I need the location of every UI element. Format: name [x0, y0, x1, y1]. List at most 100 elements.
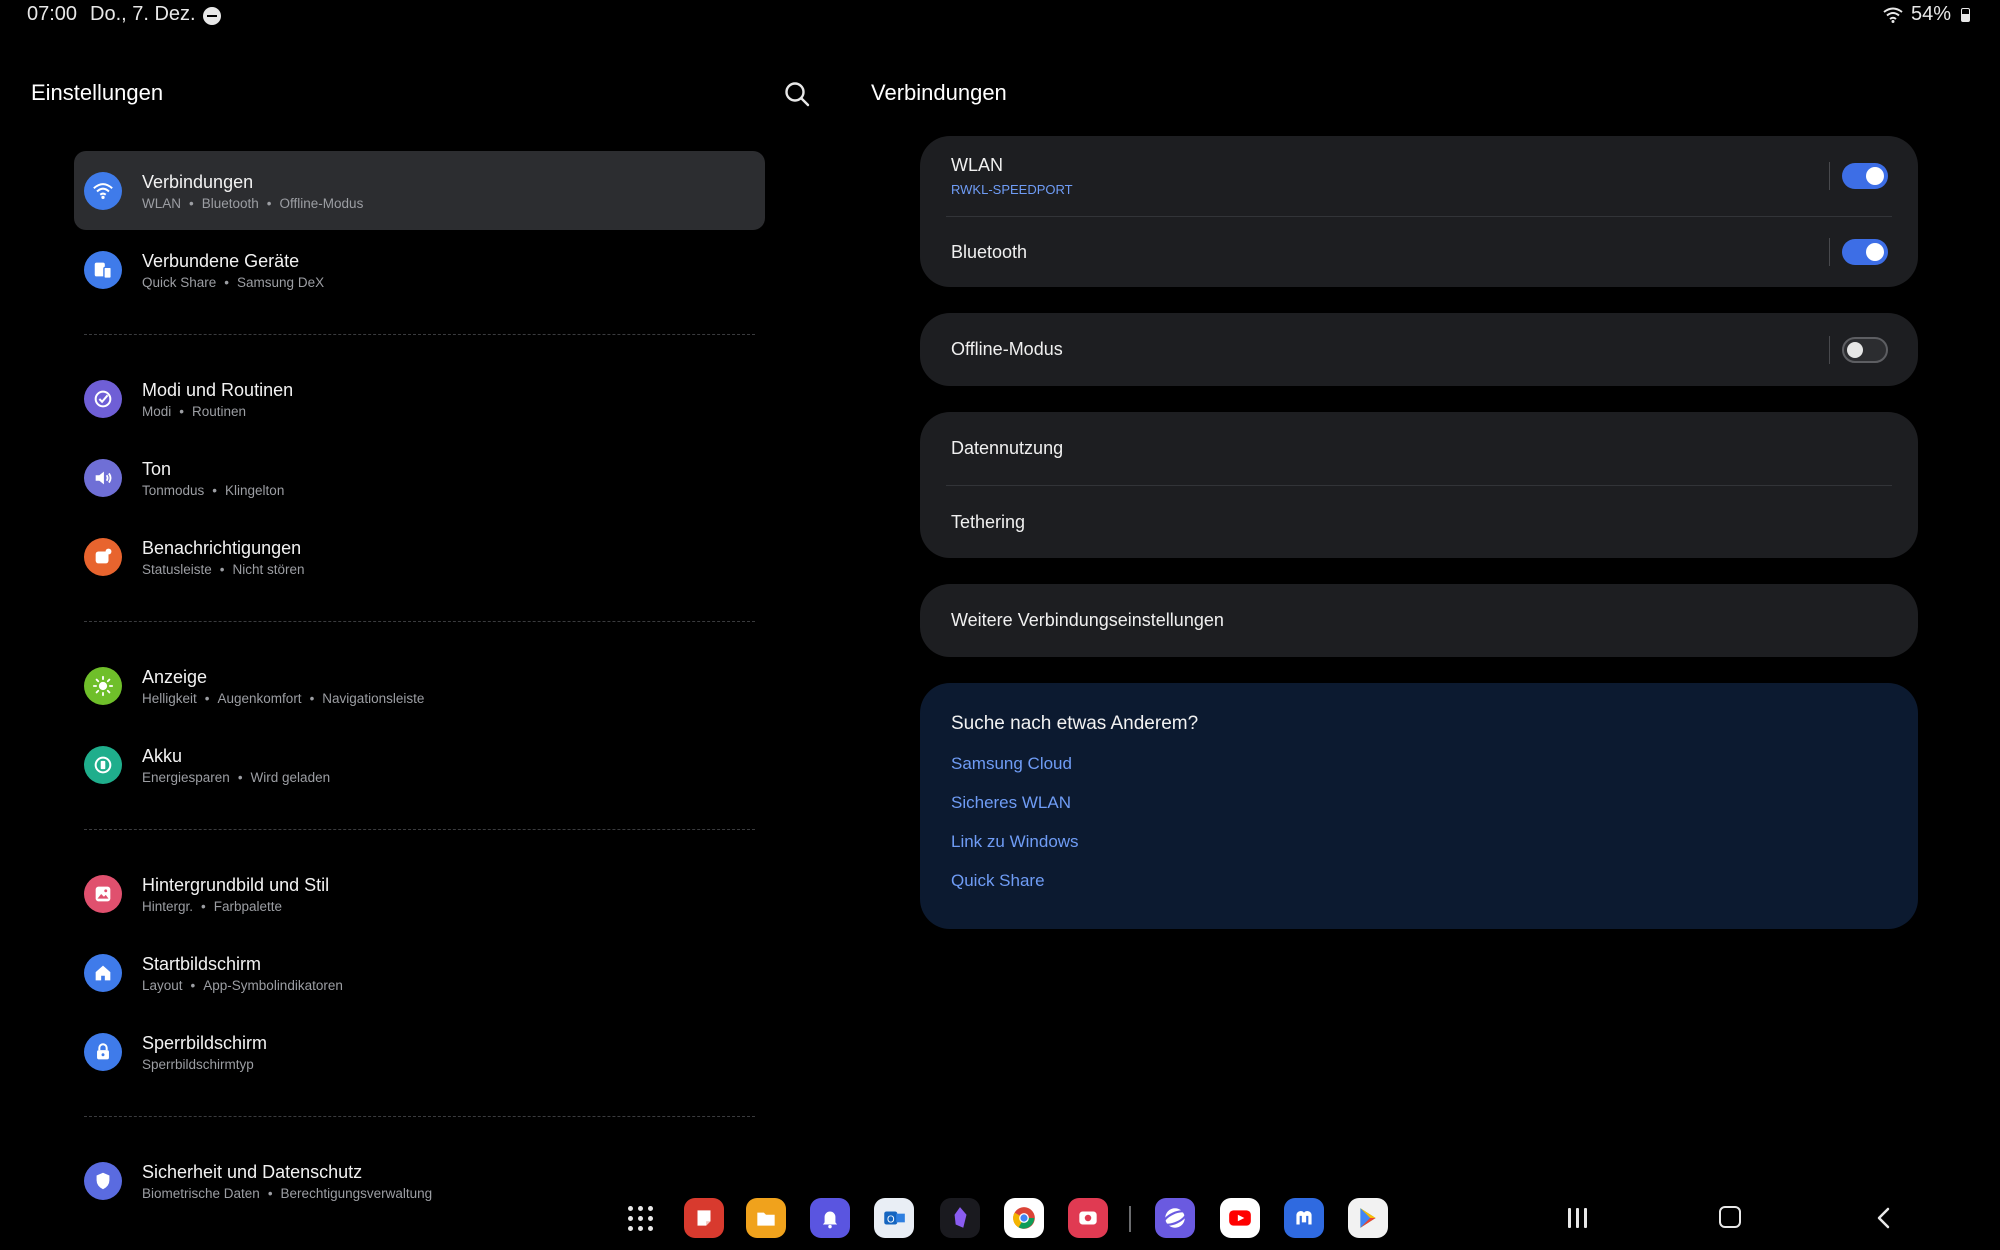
menu-item-text: Modi und Routinen Modi • Routinen	[142, 379, 293, 419]
bullet-separator: •	[189, 195, 194, 211]
screen-recorder-icon[interactable]	[1068, 1198, 1108, 1238]
menu-group-divider	[74, 596, 765, 646]
offline-mode-toggle[interactable]	[1842, 336, 1888, 363]
chrome-icon[interactable]	[1004, 1198, 1044, 1238]
bullet-separator: •	[179, 403, 184, 419]
sun-icon	[84, 666, 122, 705]
notification-icon	[84, 537, 122, 576]
offline-mode-row[interactable]: Offline-Modus	[920, 313, 1918, 386]
bluetooth-label: Bluetooth	[951, 241, 1028, 262]
wifi-icon	[84, 171, 122, 210]
menu-item-anzeige[interactable]: Anzeige Helligkeit • Augenkomfort • Navigatio…	[74, 646, 765, 725]
menu-item-ton[interactable]: Ton Tonmodus • Klingelton	[74, 438, 765, 517]
tethering-row[interactable]: Tethering	[920, 486, 1918, 559]
suggest-link-secure-wlan[interactable]: Sicheres WLAN	[951, 793, 1887, 813]
menu-item-text: Hintergrundbild und Stil Hintergr. • Farbpa…	[142, 874, 329, 914]
menu-item-title: Verbundene Geräte	[142, 250, 300, 271]
menu-item-verbindungen[interactable]: Verbindungen WLAN • Bluetooth • Offline-Modus	[74, 151, 765, 230]
menu-item-subtitle: Tonmodus • Klingelton	[142, 483, 284, 498]
home-button[interactable]	[1719, 1206, 1741, 1228]
status-time: 07:00	[27, 3, 78, 25]
menu-item-text: Benachrichtigungen Statusleiste • Nicht stö…	[142, 537, 305, 577]
divider-line	[84, 620, 755, 622]
wlan-row[interactable]: WLAN RWKL-SPEEDPORT	[920, 136, 1918, 216]
menu-item-subtitle: Modi • Routinen	[142, 404, 293, 419]
wlan-toggle[interactable]	[1842, 163, 1888, 189]
menu-item-text: Sicherheit und Datenschutz Biometrische D…	[142, 1161, 432, 1201]
menu-item-subtitle: Quick Share • Samsung DeX	[142, 275, 324, 290]
bullet-separator: •	[309, 690, 315, 706]
menu-item-subtitle: Helligkeit • Augenkomfort • Navigationsleist…	[142, 691, 424, 706]
wallpaper-icon	[84, 874, 122, 913]
menu-item-subtitle: WLAN • Bluetooth • Offline-Modus	[142, 196, 363, 211]
menu-item-subtitle-part: Hintergr.	[142, 898, 194, 914]
wlan-bluetooth-card: WLAN RWKL-SPEEDPORT Bluetooth	[920, 136, 1918, 287]
wlan-separator	[1829, 162, 1830, 190]
suggest-link-link-to-windows[interactable]: Link zu Windows	[951, 832, 1887, 852]
menu-item-subtitle-part: Farbpalette	[213, 898, 283, 914]
menu-item-sperrbildschirm[interactable]: Sperrbildschirm Sperrbildschirmtyp	[74, 1012, 765, 1091]
menu-item-modi-und-routinen[interactable]: Modi und Routinen Modi • Routinen	[74, 359, 765, 438]
bullet-separator: •	[266, 195, 272, 211]
menu-item-title: Ton	[142, 458, 172, 479]
youtube-icon[interactable]	[1220, 1198, 1260, 1238]
menu-item-startbildschirm[interactable]: Startbildschirm Layout • App-Symbolindikato…	[74, 933, 765, 1012]
back-button[interactable]	[1872, 1206, 1896, 1230]
menu-item-subtitle-part: Tonmodus	[142, 482, 205, 498]
menu-item-benachrichtigungen[interactable]: Benachrichtigungen Statusleiste • Nicht stö…	[74, 517, 765, 596]
settings-title: Einstellungen	[31, 80, 164, 105]
bullet-separator: •	[190, 977, 196, 993]
my-files-icon[interactable]	[746, 1198, 786, 1238]
speaker-icon	[84, 458, 122, 497]
do-not-disturb-icon	[203, 7, 221, 25]
svg-text:O: O	[887, 1214, 895, 1225]
more-connection-settings-row[interactable]: Weitere Verbindungseinstellungen	[920, 584, 1918, 657]
menu-item-akku[interactable]: Akku Energiesparen • Wird geladen	[74, 725, 765, 804]
menu-item-verbundene-geräte[interactable]: Verbundene Geräte Quick Share • Samsung DeX	[74, 230, 765, 309]
suggestions-card: Suche nach etwas Anderem? Samsung Cloud …	[920, 683, 1918, 929]
battery-icon	[84, 745, 122, 784]
menu-item-title: Sperrbildschirm	[142, 1032, 268, 1053]
suggestions-title: Suche nach etwas Anderem?	[951, 713, 1199, 734]
bluetooth-separator	[1829, 238, 1830, 266]
menu-item-subtitle-part: Energiesparen	[142, 769, 230, 785]
menu-item-subtitle-part: Offline-Modus	[279, 195, 364, 211]
battery-status-icon	[1961, 7, 1970, 22]
status-bar: 07:00 Do., 7. Dez. 54%	[0, 0, 2000, 32]
obsidian-icon[interactable]	[940, 1198, 980, 1238]
menu-item-hintergrundbild-und-stil[interactable]: Hintergrundbild und Stil Hintergr. • Farbpa…	[74, 854, 765, 933]
menu-item-text: Startbildschirm Layout • App-Symbolindikato…	[142, 953, 343, 993]
menu-item-text: Ton Tonmodus • Klingelton	[142, 458, 284, 498]
mastodon-icon[interactable]	[1284, 1198, 1324, 1238]
menu-item-subtitle-part: Quick Share	[142, 274, 217, 290]
samsung-internet-icon[interactable]	[1155, 1198, 1195, 1238]
bluetooth-row[interactable]: Bluetooth	[920, 217, 1918, 287]
more-connection-settings-label: Weitere Verbindungseinstellungen	[951, 610, 1224, 630]
menu-item-title: Hintergrundbild und Stil	[142, 874, 330, 895]
wlan-network-name: RWKL-SPEEDPORT	[951, 182, 1073, 197]
offline-separator	[1829, 335, 1830, 364]
menu-item-text: Akku Energiesparen • Wird geladen	[142, 745, 330, 785]
menu-item-subtitle-part: Klingelton	[225, 482, 285, 498]
recents-button[interactable]	[1566, 1208, 1590, 1230]
outlook-icon[interactable]: O	[874, 1198, 914, 1238]
menu-item-subtitle-part: Samsung DeX	[237, 274, 325, 290]
reminder-icon[interactable]	[810, 1198, 850, 1238]
search-icon[interactable]	[783, 80, 811, 108]
menu-item-subtitle-part: Routinen	[192, 403, 247, 419]
data-usage-row[interactable]: Datennutzung	[920, 412, 1918, 485]
samsung-notes-icon[interactable]	[684, 1198, 724, 1238]
suggest-link-samsung-cloud[interactable]: Samsung Cloud	[951, 754, 1887, 774]
menu-item-subtitle-part: Sperrbildschirmtyp	[142, 1056, 254, 1072]
menu-item-title: Startbildschirm	[142, 953, 262, 974]
battery-percent: 54%	[1910, 3, 1951, 25]
bluetooth-toggle[interactable]	[1842, 239, 1888, 265]
wifi-status-icon	[1883, 7, 1903, 23]
play-store-icon[interactable]	[1348, 1198, 1388, 1238]
suggest-link-quick-share[interactable]: Quick Share	[951, 871, 1887, 891]
apps-grid-icon[interactable]	[628, 1206, 654, 1232]
menu-item-title: Sicherheit und Datenschutz	[142, 1161, 363, 1182]
menu-item-subtitle: Statusleiste • Nicht stören	[142, 562, 305, 577]
offline-mode-label: Offline-Modus	[951, 339, 1063, 359]
lock-icon	[84, 1032, 122, 1071]
